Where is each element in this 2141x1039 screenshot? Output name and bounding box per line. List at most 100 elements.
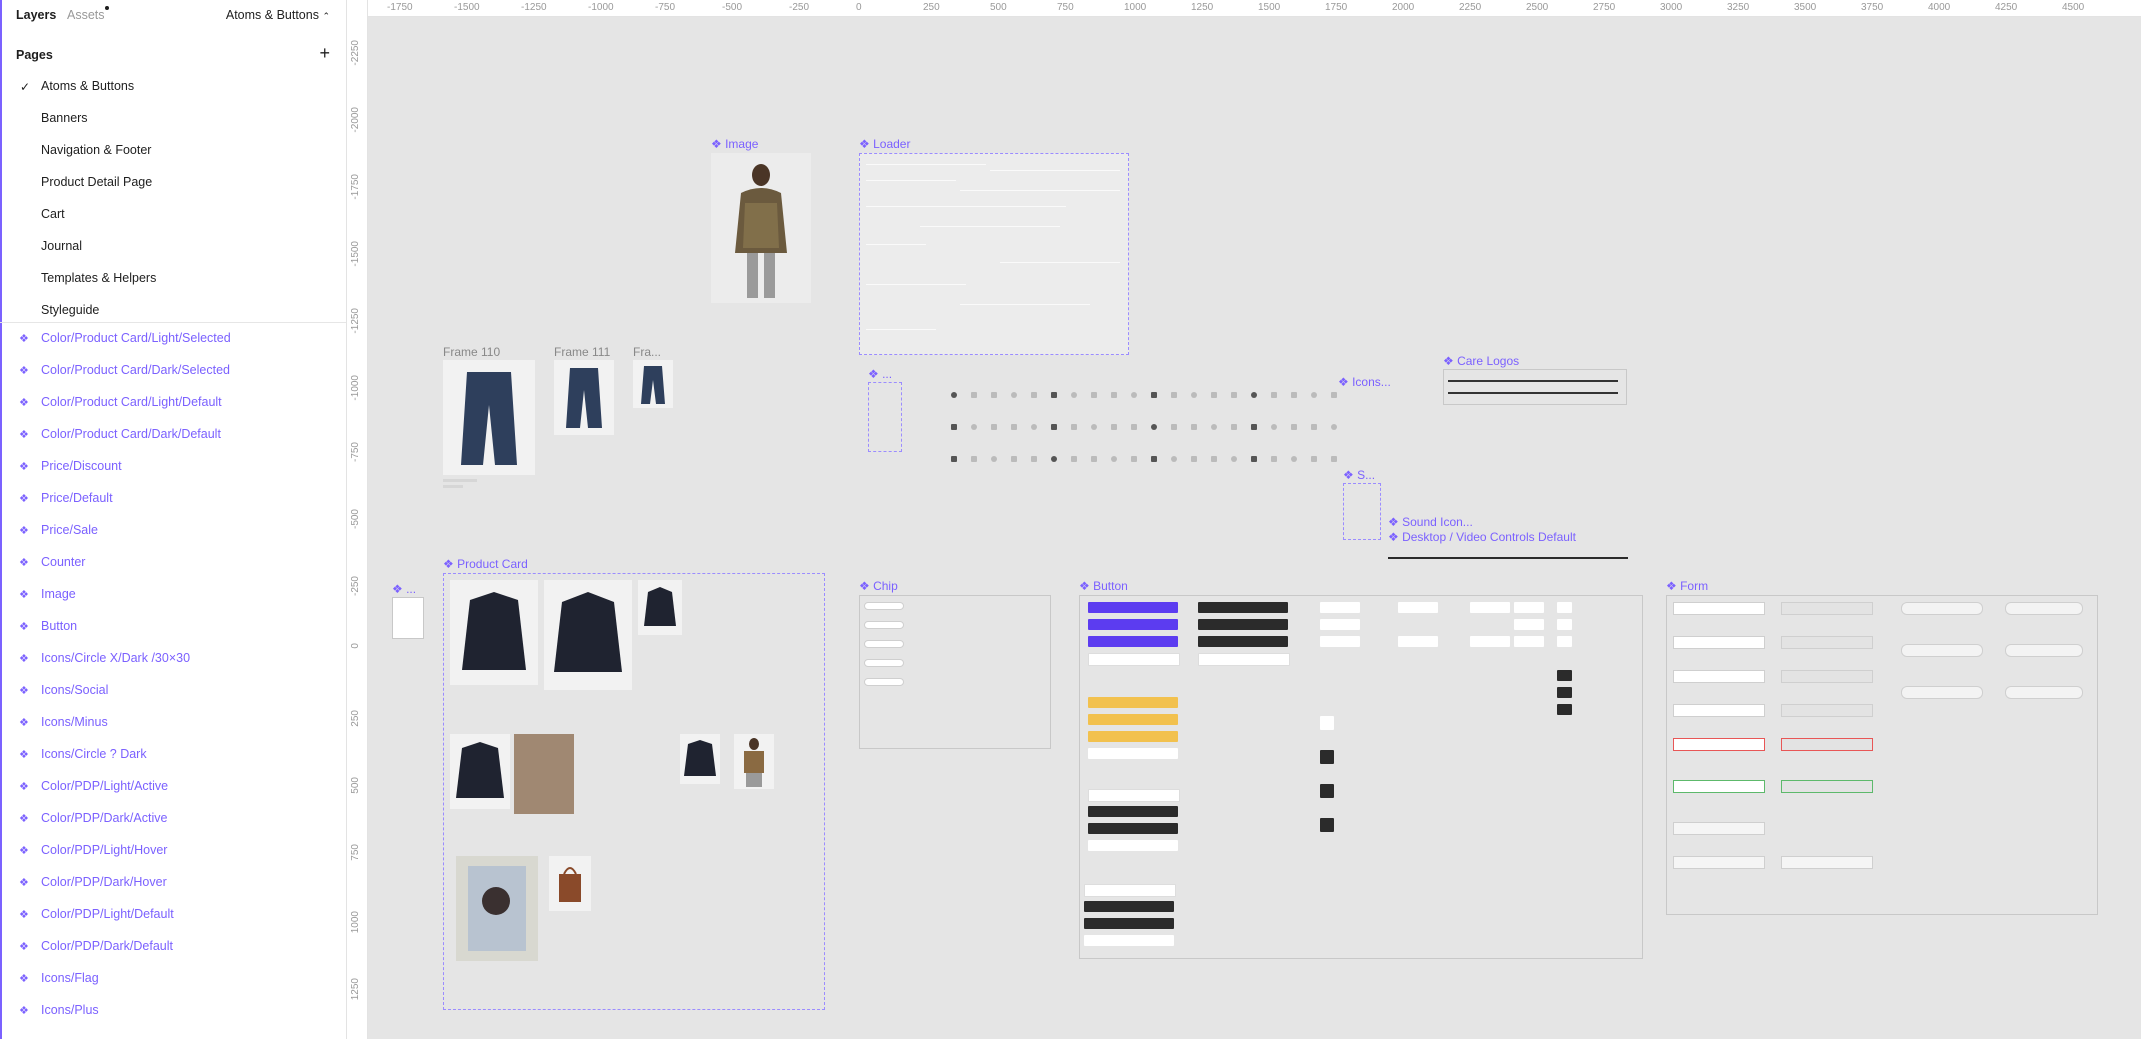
small-icon[interactable] [1251, 424, 1257, 430]
layer-item[interactable]: ❖ Color/PDP/Light/Hover [0, 835, 346, 867]
small-icon[interactable] [971, 456, 977, 462]
small-icon[interactable] [1011, 392, 1017, 398]
frame-label-fra[interactable]: Fra... [633, 345, 661, 359]
small-icon[interactable] [1031, 392, 1037, 398]
small-icon[interactable] [971, 424, 977, 430]
add-page-icon[interactable]: + [319, 44, 330, 62]
small-icon[interactable] [951, 424, 957, 430]
small-icon[interactable] [1111, 424, 1117, 430]
small-icon[interactable] [1171, 424, 1177, 430]
small-icon[interactable] [1191, 456, 1197, 462]
layer-item[interactable]: ❖ Price/Discount [0, 451, 346, 483]
small-icon[interactable] [1231, 392, 1237, 398]
layer-item[interactable]: ❖ Color/PDP/Light/Default [0, 899, 346, 931]
small-icon[interactable] [1111, 456, 1117, 462]
small-icon[interactable] [1231, 456, 1237, 462]
small-icon[interactable] [1291, 456, 1297, 462]
small-icon[interactable] [1271, 456, 1277, 462]
small-icon[interactable] [1331, 456, 1337, 462]
product-card-item[interactable] [638, 580, 682, 635]
small-icon[interactable] [1011, 424, 1017, 430]
small-icon[interactable] [1051, 456, 1057, 462]
frame110-card[interactable] [443, 360, 535, 475]
layer-item[interactable]: ❖ Price/Sale [0, 515, 346, 547]
frame-label-frame110[interactable]: Frame 110 [443, 345, 500, 359]
layer-item[interactable]: ❖ Counter [0, 547, 346, 579]
small-icon[interactable] [1251, 392, 1257, 398]
layer-item[interactable]: ❖ Color/PDP/Dark/Active [0, 803, 346, 835]
product-card-item[interactable] [734, 734, 774, 789]
small-icon[interactable] [1251, 456, 1257, 462]
design-canvas[interactable]: ❖ Image ❖ Loader Frame 110 Frame 111 Fra… [368, 17, 2141, 1039]
small-icon[interactable] [1231, 424, 1237, 430]
product-card-item[interactable] [450, 580, 538, 685]
layer-item[interactable]: ❖ Color/PDP/Dark/Hover [0, 867, 346, 899]
layer-item[interactable]: ❖ Icons/Circle X/Dark /30×30 [0, 643, 346, 675]
small-icon[interactable] [1271, 392, 1277, 398]
current-page-selector[interactable]: Atoms & Buttons ⌃ [226, 8, 330, 22]
page-item[interactable]: Product Detail Page [41, 175, 152, 189]
form-frame[interactable] [1666, 595, 2098, 915]
frame-label-dots[interactable]: ❖ ... [868, 367, 892, 381]
small-icon[interactable] [1211, 392, 1217, 398]
layer-item[interactable]: ❖ Color/PDP/Light/Active [0, 771, 346, 803]
tab-assets[interactable]: Assets [67, 8, 105, 22]
small-icon[interactable] [1111, 392, 1117, 398]
small-icon[interactable] [991, 456, 997, 462]
button-frame[interactable] [1079, 595, 1643, 959]
layer-item[interactable]: ❖ Color/Product Card/Dark/Default [0, 419, 346, 451]
layer-item[interactable]: ❖ Button [0, 611, 346, 643]
small-icon[interactable] [1151, 424, 1157, 430]
frame-label-dots2[interactable]: ❖ ... [392, 582, 416, 596]
loader-frame[interactable] [859, 153, 1129, 355]
small-icon[interactable] [971, 392, 977, 398]
frame-label-care-logos[interactable]: ❖ Care Logos [1443, 354, 1519, 368]
small-icon[interactable] [1291, 392, 1297, 398]
page-item[interactable]: Atoms & Buttons [41, 79, 134, 93]
small-icon[interactable] [1171, 392, 1177, 398]
page-item[interactable]: Journal [41, 239, 82, 253]
small-component-set[interactable] [868, 382, 902, 452]
small-icon[interactable] [991, 392, 997, 398]
page-item[interactable]: Cart [41, 207, 65, 221]
small-icon[interactable] [1331, 424, 1337, 430]
frame-label-chip[interactable]: ❖ Chip [859, 579, 898, 593]
frame-fra-card[interactable] [633, 360, 673, 408]
care-logos-frame[interactable] [1443, 369, 1627, 405]
layer-item[interactable]: ❖ Color/PDP/Dark/Default [0, 931, 346, 963]
small-icon[interactable] [1171, 456, 1177, 462]
small-icon[interactable] [1191, 424, 1197, 430]
page-item[interactable]: Navigation & Footer [41, 143, 151, 157]
product-card-item[interactable] [514, 734, 574, 814]
product-card-item[interactable] [549, 856, 591, 911]
page-item[interactable]: Banners [41, 111, 88, 125]
small-icon[interactable] [1071, 424, 1077, 430]
tab-layers[interactable]: Layers [16, 8, 56, 22]
layer-item[interactable]: ❖ Image [0, 579, 346, 611]
small-icon[interactable] [1091, 392, 1097, 398]
small-icon[interactable] [1091, 424, 1097, 430]
frame-label-sound-icon[interactable]: ❖ Sound Icon... [1388, 515, 1473, 529]
small-icon[interactable] [1071, 392, 1077, 398]
layer-item[interactable]: ❖ Icons/Minus [0, 707, 346, 739]
frame-label-loader[interactable]: ❖ Loader [859, 137, 910, 151]
layer-item[interactable]: ❖ Icons/Circle ? Dark [0, 739, 346, 771]
product-card-item[interactable] [680, 734, 720, 784]
s-component[interactable] [1343, 483, 1381, 540]
small-icon[interactable] [1071, 456, 1077, 462]
product-card-item[interactable] [544, 580, 632, 690]
small-icon[interactable] [1331, 392, 1337, 398]
layer-item[interactable]: ❖ Color/Product Card/Dark/Selected [0, 355, 346, 387]
small-icon[interactable] [1311, 424, 1317, 430]
layer-item[interactable]: ❖ Price/Default [0, 483, 346, 515]
dropdown-component[interactable] [392, 597, 424, 639]
layer-item[interactable]: ❖ Color/Product Card/Light/Selected [0, 323, 346, 355]
small-icon[interactable] [1191, 392, 1197, 398]
small-icon[interactable] [1131, 456, 1137, 462]
small-icon[interactable] [1211, 456, 1217, 462]
video-controls-bar[interactable] [1388, 557, 1628, 559]
layer-item[interactable]: ❖ Color/Product Card/Light/Default [0, 387, 346, 419]
frame-label-video-controls[interactable]: ❖ Desktop / Video Controls Default [1388, 530, 1576, 544]
frame-label-button[interactable]: ❖ Button [1079, 579, 1128, 593]
frame111-card[interactable] [554, 360, 614, 435]
